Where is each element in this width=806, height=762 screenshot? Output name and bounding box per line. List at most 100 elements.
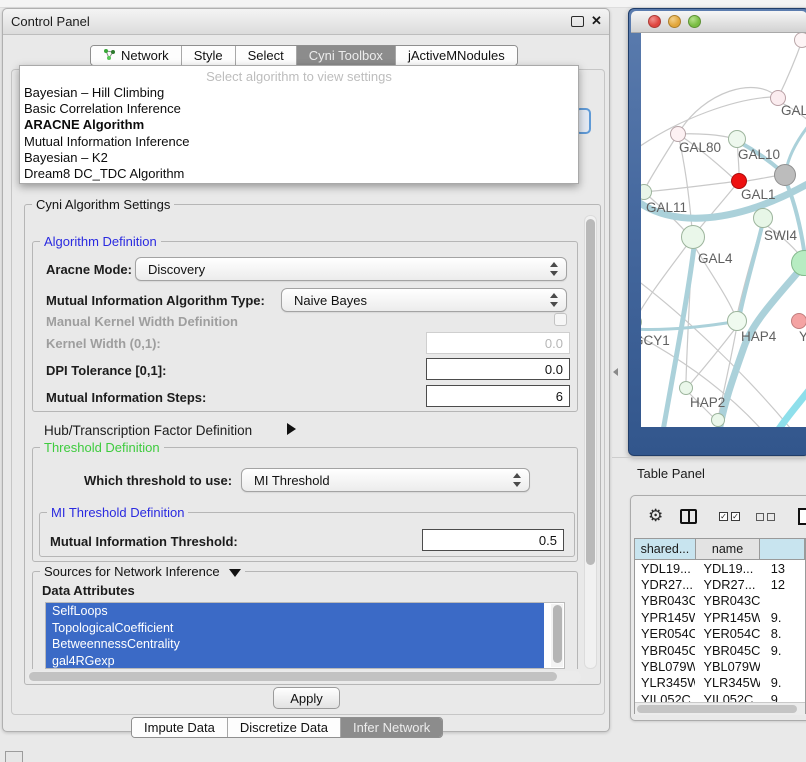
- settings-hscroll-thumb[interactable]: [29, 672, 557, 681]
- table-cell: YBR043C: [635, 593, 695, 608]
- control-panel-title: Control Panel: [11, 14, 90, 29]
- aracne-mode-combo[interactable]: Discovery: [135, 257, 567, 281]
- table-cell: YDL19...: [695, 561, 759, 576]
- table-row[interactable]: YER054CYER054C8.: [635, 626, 805, 642]
- kernel-width-field[interactable]: 0.0: [426, 332, 570, 354]
- data-attribute-item[interactable]: gal4RGexp: [46, 653, 544, 670]
- data-attribute-item[interactable]: TopologicalCoefficient: [46, 620, 544, 637]
- attributes-scroll-thumb[interactable]: [553, 605, 562, 663]
- network-node-label: GAL80: [679, 140, 721, 155]
- network-node-hap2[interactable]: [679, 381, 693, 395]
- close-traffic-light[interactable]: [648, 15, 661, 28]
- table-row[interactable]: YDL19...YDL19...13: [635, 560, 805, 576]
- manual-kernel-checkbox[interactable]: [554, 313, 567, 326]
- panel-divider-collapse-icon[interactable]: [613, 368, 618, 376]
- hub-expand-icon[interactable]: [287, 423, 296, 435]
- tab-jactivemnodules[interactable]: jActiveMNodules: [396, 46, 517, 65]
- settings-vertical-scrollbar[interactable]: [584, 215, 597, 669]
- network-canvas[interactable]: GALGAL80GAL10GAL1GAL11GAL4SWI4GCY1HAP4YH…: [641, 33, 806, 427]
- table-column-header[interactable]: shared...: [635, 539, 696, 559]
- tab-network[interactable]: Network: [91, 46, 182, 65]
- which-threshold-combo[interactable]: MI Threshold: [241, 468, 530, 492]
- table-row[interactable]: YDR27...YDR27...12: [635, 576, 805, 592]
- table-cell: YPR145W: [635, 610, 695, 625]
- checked-box-icon[interactable]: ✓: [731, 512, 740, 521]
- algorithm-option[interactable]: ARACNE Algorithm: [24, 117, 144, 132]
- network-node[interactable]: [794, 33, 806, 48]
- table-column-header[interactable]: [760, 539, 805, 559]
- columns-icon[interactable]: [680, 509, 697, 524]
- table-cell: YER054C: [635, 626, 695, 641]
- tab-cyni-toolbox[interactable]: Cyni Toolbox: [297, 46, 396, 65]
- sources-group-title: Sources for Network Inference: [40, 564, 245, 579]
- page: Control Panel ✕ Network Style SelectCyni T…: [0, 0, 806, 762]
- checked-box-icon[interactable]: ✓: [719, 512, 728, 521]
- network-node-y[interactable]: [791, 313, 806, 329]
- unchecked-box-icon[interactable]: [767, 513, 775, 521]
- node-table[interactable]: shared...name YDL19...YDL19...13YDR27...…: [634, 538, 806, 714]
- unchecked-box-icon[interactable]: [756, 513, 764, 521]
- tab-label: Style: [194, 48, 223, 63]
- mi-type-combo[interactable]: Naive Bayes: [281, 288, 567, 312]
- dpi-tolerance-field[interactable]: 0.0: [426, 358, 570, 380]
- mi-steps-field[interactable]: 6: [426, 385, 570, 407]
- network-node-swi4[interactable]: [753, 208, 773, 228]
- table-hscroll-thumb[interactable]: [637, 705, 797, 713]
- table-cell: 13: [760, 561, 805, 576]
- network-node-hap4[interactable]: [727, 311, 747, 331]
- mi-threshold-group-title: MI Threshold Definition: [47, 505, 188, 520]
- algorithm-option[interactable]: Mutual Information Inference: [24, 134, 189, 149]
- minimize-traffic-light[interactable]: [668, 15, 681, 28]
- data-attributes-label: Data Attributes: [42, 583, 135, 598]
- table-cell: 8.: [760, 626, 805, 641]
- table-row[interactable]: YLR345WYLR345W9.: [635, 675, 805, 691]
- table-column-header[interactable]: name: [696, 539, 760, 559]
- collapsed-panel-icon[interactable]: [5, 751, 23, 762]
- table-row[interactable]: YBR043CYBR043C: [635, 593, 805, 609]
- table-cell: YBL079W: [635, 659, 695, 674]
- table-row[interactable]: YBR045CYBR045C9.: [635, 642, 805, 658]
- table-panel-title: Table Panel: [637, 466, 705, 481]
- network-node[interactable]: [711, 413, 725, 427]
- tab-discretize-data[interactable]: Discretize Data: [228, 718, 341, 737]
- attributes-scrollbar[interactable]: [551, 604, 563, 667]
- network-node-gal4[interactable]: [681, 225, 705, 249]
- sources-collapse-icon[interactable]: [229, 569, 241, 577]
- table-cell: YDL19...: [635, 561, 695, 576]
- float-icon[interactable]: [571, 16, 584, 27]
- apply-button[interactable]: Apply: [273, 687, 340, 709]
- close-icon[interactable]: ✕: [591, 13, 602, 29]
- hub-definition-label[interactable]: Hub/Transcription Factor Definition: [44, 423, 252, 438]
- algorithm-option[interactable]: Bayesian – K2: [24, 150, 108, 165]
- table-row[interactable]: YPR145WYPR145W9.: [635, 609, 805, 625]
- mi-threshold-field[interactable]: 0.5: [422, 529, 564, 551]
- tab-impute-data[interactable]: Impute Data: [132, 718, 228, 737]
- mi-type-value: Naive Bayes: [294, 293, 367, 308]
- table-cell: YBR043C: [695, 593, 759, 608]
- algorithm-option[interactable]: Dream8 DC_TDC Algorithm: [24, 166, 184, 181]
- manual-kernel-label: Manual Kernel Width Definition: [46, 314, 238, 329]
- tab-label: Impute Data: [144, 720, 215, 735]
- network-node-label: GAL: [781, 103, 806, 118]
- data-attribute-item[interactable]: SelfLoops: [46, 603, 544, 620]
- tab-style[interactable]: Style: [182, 46, 236, 65]
- data-attribute-item[interactable]: BetweennessCentrality: [46, 636, 544, 653]
- table-row[interactable]: YBL079WYBL079W: [635, 658, 805, 674]
- algorithm-option[interactable]: Basic Correlation Inference: [24, 101, 181, 116]
- document-icon[interactable]: [798, 508, 806, 525]
- network-node-gal10[interactable]: [728, 130, 746, 148]
- settings-vscroll-thumb[interactable]: [586, 219, 595, 565]
- zoom-traffic-light[interactable]: [688, 15, 701, 28]
- algorithm-option[interactable]: Bayesian – Hill Climbing: [24, 85, 164, 100]
- tab-infer-network[interactable]: Infer Network: [341, 718, 442, 737]
- network-node[interactable]: [774, 164, 796, 186]
- tab-select[interactable]: Select: [236, 46, 297, 65]
- network-node-label: GAL1: [741, 187, 776, 202]
- table-cell: YDR27...: [695, 577, 759, 592]
- aracne-mode-value: Discovery: [148, 262, 205, 277]
- top-tab-strip: Network Style SelectCyni ToolboxjActiveMNo…: [90, 45, 518, 66]
- settings-horizontal-scrollbar[interactable]: [27, 671, 581, 683]
- data-attributes-list[interactable]: SelfLoopsTopologicalCoefficientBetweenne…: [45, 602, 565, 669]
- table-horizontal-scrollbar[interactable]: [635, 702, 805, 715]
- gear-icon[interactable]: ⚙: [648, 506, 663, 526]
